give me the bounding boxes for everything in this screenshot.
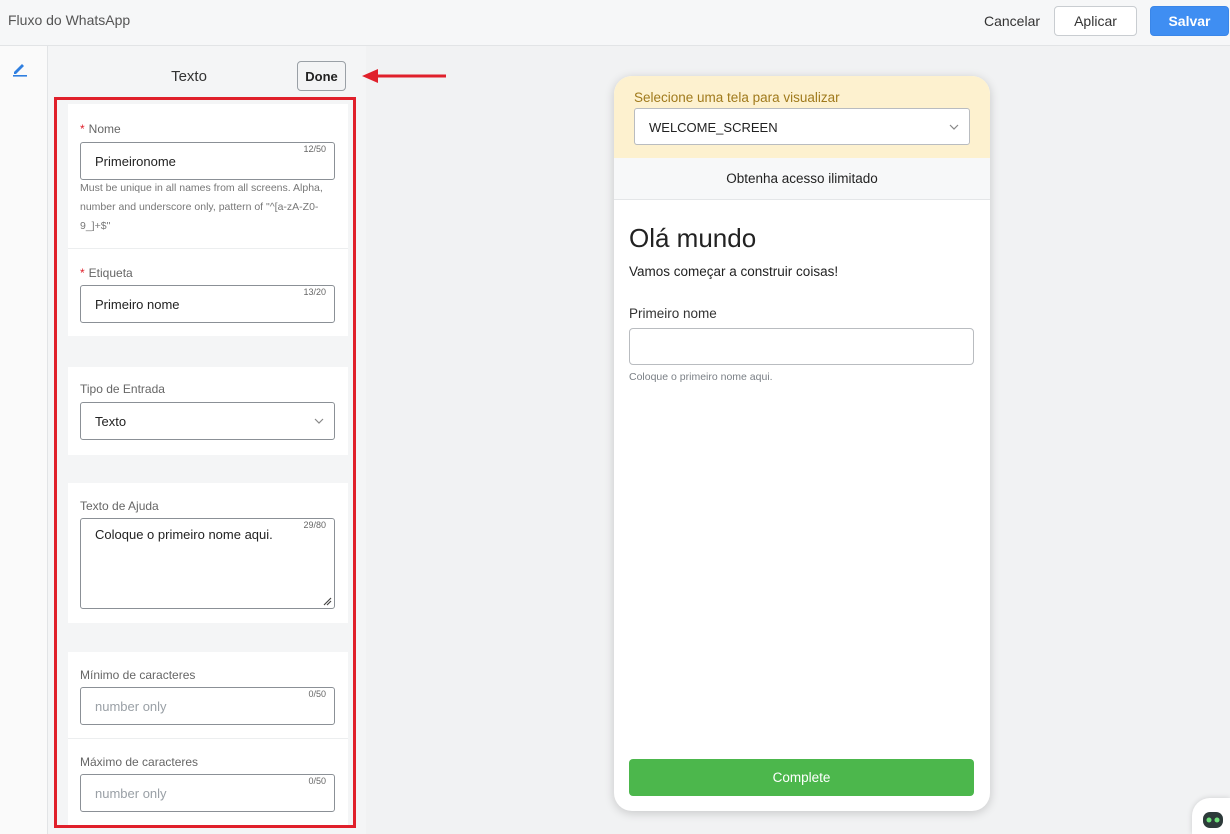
screen-selector-area: Selecione uma tela para visualizar WELCO… [614,76,990,158]
robot-icon [1203,812,1223,828]
chevron-down-icon [949,124,959,130]
top-bar: Fluxo do WhatsApp Cancelar Aplicar Salva… [0,0,1230,46]
assistant-bot-icon[interactable] [1192,798,1230,834]
preview-input-help: Coloque o primeiro nome aqui. [629,371,773,383]
selected-screen-value: WELCOME_SCREEN [649,120,778,135]
arrow-icon [362,69,446,83]
cancel-button[interactable]: Cancelar [978,6,1046,36]
screen-selector-label: Selecione uma tela para visualizar [634,90,840,105]
complete-button[interactable]: Complete [629,759,974,796]
editor-title-text: Texto [171,68,207,85]
left-rail [0,46,48,834]
done-button[interactable]: Done [297,61,346,91]
preview-heading: Olá mundo [629,223,757,253]
apply-button[interactable]: Aplicar [1054,6,1137,36]
edit-pencil-icon[interactable] [10,58,30,78]
preview-first-name-input[interactable] [629,328,974,365]
preview-input-label: Primeiro nome [629,306,717,321]
preview-subheading: Vamos começar a construir coisas! [629,264,839,279]
preview-header: Obtenha acesso ilimitado [614,158,990,200]
save-button[interactable]: Salvar [1150,6,1229,36]
screen-selector-dropdown[interactable]: WELCOME_SCREEN [634,108,970,145]
highlight-box [54,97,356,828]
app-title: Fluxo do WhatsApp [8,12,131,28]
phone-preview: Selecione uma tela para visualizar WELCO… [614,76,990,811]
